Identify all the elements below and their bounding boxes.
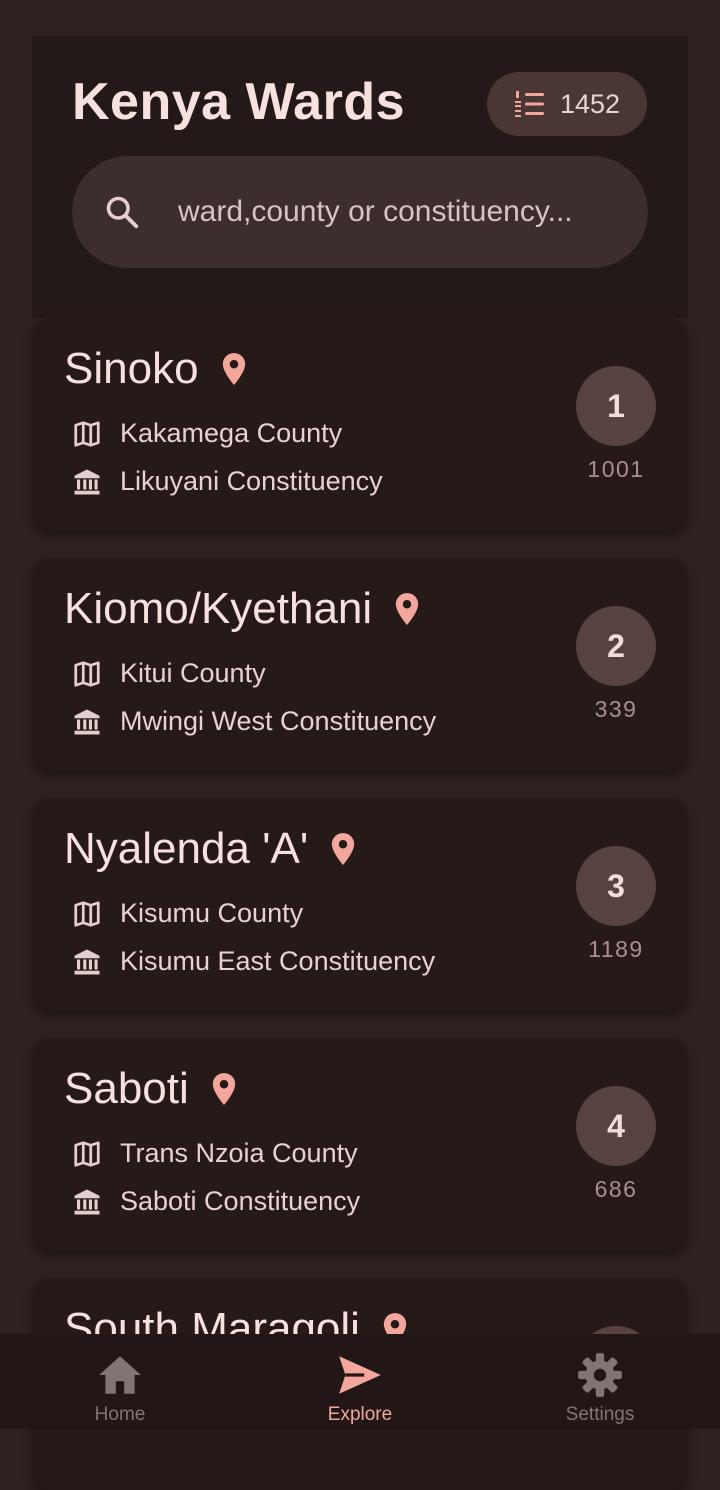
ward-card[interactable]: Sinoko Kakamega County Likuyani Constitu…	[32, 318, 688, 530]
ward-name: Nyalenda 'A'	[64, 824, 309, 873]
ward-name: Kiomo/Kyethani	[64, 584, 373, 633]
nav-explore[interactable]: Explore	[280, 1334, 440, 1426]
constituency-label: Mwingi West Constituency	[120, 706, 437, 736]
location-pin-icon	[212, 1073, 235, 1105]
rank-badge: 1	[576, 366, 656, 446]
ward-code: 686	[594, 1176, 638, 1202]
map-icon	[74, 900, 100, 927]
ward-count-chip[interactable]: 1452	[487, 72, 647, 136]
constituency-label: Kisumu East Constituency	[120, 946, 436, 976]
location-pin-icon	[396, 593, 419, 625]
search-input[interactable]	[176, 194, 620, 230]
nav-home[interactable]: Home	[40, 1334, 200, 1426]
nav-explore-label: Explore	[327, 1404, 393, 1425]
location-pin-icon	[222, 353, 245, 385]
rank-badge: 2	[576, 606, 656, 686]
search-icon	[106, 196, 139, 229]
rank-badge: 4	[576, 1086, 656, 1166]
ward-card[interactable]: Saboti Trans Nzoia County Saboti Constit…	[32, 1038, 688, 1250]
gear-icon	[578, 1353, 622, 1397]
constituency-row: Mwingi West Constituency	[72, 706, 436, 737]
ward-code: 339	[594, 696, 638, 722]
ward-card[interactable]: Nyalenda 'A' Kisumu County Kisumu East C…	[32, 798, 688, 1010]
map-icon	[74, 1140, 100, 1167]
ward-count: 1452	[559, 88, 621, 119]
constituency-row: Kisumu East Constituency	[72, 946, 435, 977]
institution-icon	[74, 949, 100, 974]
county-row: Trans Nzoia County	[72, 1138, 358, 1169]
location-pin-icon	[332, 833, 355, 865]
nav-settings-label: Settings	[565, 1404, 635, 1425]
constituency-row: Saboti Constituency	[72, 1186, 360, 1217]
page-title: Kenya Wards	[72, 73, 406, 131]
nav-settings[interactable]: Settings	[520, 1334, 680, 1426]
home-icon	[99, 1356, 141, 1394]
nav-home-label: Home	[94, 1404, 146, 1425]
county-row: Kakamega County	[72, 418, 342, 449]
ward-code: 1001	[587, 456, 645, 482]
constituency-row: Likuyani Constituency	[72, 466, 383, 497]
rank-badge: 3	[576, 846, 656, 926]
institution-icon	[74, 1189, 100, 1214]
ward-name: Saboti	[64, 1064, 189, 1113]
ward-code: 1189	[588, 936, 644, 962]
map-icon	[74, 420, 100, 447]
search-bar[interactable]	[72, 156, 648, 268]
county-row: Kisumu County	[72, 898, 303, 929]
county-label: Trans Nzoia County	[120, 1138, 358, 1168]
ward-card[interactable]: Kiomo/Kyethani Kitui County Mwingi West …	[32, 558, 688, 770]
county-label: Kitui County	[120, 658, 266, 688]
bottom-navigation: Home Explore Settings	[0, 1334, 720, 1429]
county-label: Kakamega County	[120, 418, 343, 448]
ward-name: Sinoko	[64, 344, 199, 393]
constituency-label: Saboti Constituency	[120, 1186, 361, 1216]
institution-icon	[74, 469, 100, 494]
list-numbered-icon	[514, 91, 544, 117]
constituency-label: Likuyani Constituency	[120, 466, 383, 496]
county-label: Kisumu County	[120, 898, 304, 928]
send-icon	[339, 1356, 381, 1394]
county-row: Kitui County	[72, 658, 266, 689]
institution-icon	[74, 709, 100, 734]
map-icon	[74, 660, 100, 687]
app-header: Kenya Wards 1452	[32, 36, 688, 318]
